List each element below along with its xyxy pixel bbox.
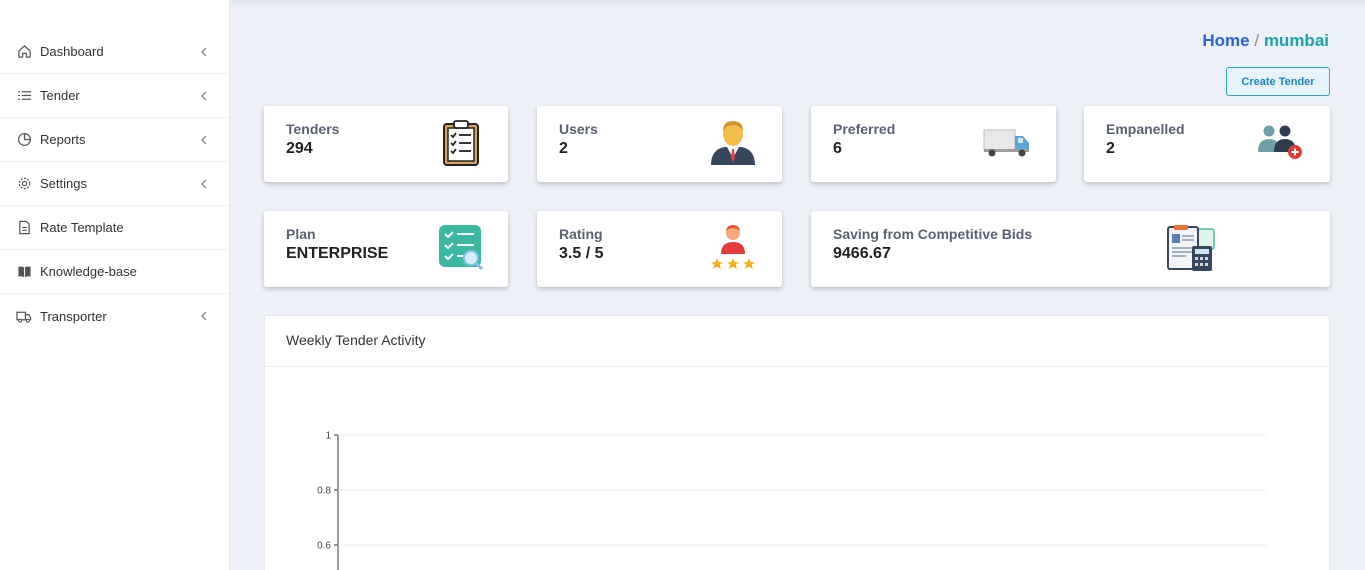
- add-users-icon: [1257, 124, 1305, 167]
- sidebar-item-label: Knowledge-base: [40, 264, 137, 279]
- chart-title: Weekly Tender Activity: [286, 332, 426, 348]
- home-icon: [16, 44, 32, 60]
- weekly-tender-activity-card: Weekly Tender Activity 1 0.8 0.6: [264, 315, 1330, 570]
- sidebar-item-label: Settings: [40, 176, 87, 191]
- stat-value: 3.5 / 5: [559, 245, 604, 262]
- chevron-left-icon: [199, 311, 209, 321]
- stat-value: 2: [1106, 140, 1115, 157]
- document-icon: [16, 220, 32, 236]
- pie-chart-icon: [16, 132, 32, 148]
- book-icon: [16, 264, 32, 280]
- clipboard-checklist-icon: [442, 119, 480, 172]
- breadcrumb-home-link[interactable]: Home: [1202, 31, 1249, 50]
- chevron-left-icon: [199, 91, 209, 101]
- sidebar-item-rate-template[interactable]: Rate Template: [0, 206, 229, 250]
- list-icon: [16, 88, 32, 104]
- stat-card-empanelled[interactable]: Empanelled 2: [1084, 106, 1330, 182]
- sidebar-item-label: Reports: [40, 132, 86, 147]
- sidebar-item-label: Dashboard: [40, 44, 104, 59]
- stat-card-rating[interactable]: Rating 3.5 / 5: [537, 211, 782, 287]
- businessman-icon: [709, 118, 757, 171]
- stat-value: 6: [833, 140, 842, 157]
- breadcrumb-current: mumbai: [1263, 31, 1329, 50]
- sidebar: Dashboard Tender Reports Settings Rate T…: [0, 0, 230, 570]
- gear-icon: [16, 176, 32, 192]
- checklist-search-icon: [438, 224, 484, 277]
- stat-card-users[interactable]: Users 2: [537, 106, 782, 182]
- invoice-calculator-icon: [1166, 224, 1216, 277]
- breadcrumb: Home / mumbai: [1202, 31, 1329, 51]
- top-shadow: [231, 0, 1365, 8]
- stat-card-plan[interactable]: Plan ENTERPRISE: [264, 211, 508, 287]
- stat-value: ENTERPRISE: [286, 245, 389, 262]
- stat-card-tenders[interactable]: Tenders 294: [264, 106, 508, 182]
- sidebar-item-settings[interactable]: Settings: [0, 162, 229, 206]
- sidebar-top-spacer: [0, 0, 229, 30]
- sidebar-item-transporter[interactable]: Transporter: [0, 294, 229, 338]
- create-tender-button[interactable]: Create Tender: [1226, 67, 1330, 96]
- sidebar-item-reports[interactable]: Reports: [0, 118, 229, 162]
- stat-label: Preferred: [833, 121, 896, 137]
- sidebar-item-dashboard[interactable]: Dashboard: [0, 30, 229, 74]
- chevron-left-icon: [199, 179, 209, 189]
- y-tick-label: 0.6: [317, 541, 331, 552]
- delivery-truck-icon: [983, 128, 1031, 163]
- chevron-left-icon: [199, 47, 209, 57]
- stat-value: 294: [286, 140, 313, 157]
- rated-person-stars-icon: [709, 224, 757, 277]
- sidebar-item-tender[interactable]: Tender: [0, 74, 229, 118]
- sidebar-item-label: Tender: [40, 88, 80, 103]
- y-tick-label: 1: [325, 431, 331, 442]
- y-tick-label: 0.8: [317, 486, 331, 497]
- sidebar-item-knowledge-base[interactable]: Knowledge-base: [0, 250, 229, 294]
- stat-label: Saving from Competitive Bids: [833, 226, 1033, 242]
- stat-card-saving[interactable]: Saving from Competitive Bids 9466.67: [811, 211, 1330, 287]
- stat-card-preferred[interactable]: Preferred 6: [811, 106, 1056, 182]
- stat-label: Rating: [559, 226, 603, 242]
- chart-canvas: 1 0.8 0.6: [317, 431, 1267, 570]
- stat-label: Tenders: [286, 121, 340, 137]
- stat-label: Empanelled: [1106, 121, 1185, 137]
- sidebar-item-label: Rate Template: [40, 220, 124, 235]
- stat-label: Users: [559, 121, 598, 137]
- sidebar-item-label: Transporter: [40, 308, 107, 324]
- main-content: Home / mumbai Create Tender Tenders 294 …: [231, 0, 1365, 570]
- stat-value: 9466.67: [833, 245, 891, 262]
- breadcrumb-separator: /: [1254, 31, 1260, 50]
- stat-value: 2: [559, 140, 568, 157]
- truck-icon: [16, 308, 32, 324]
- chevron-left-icon: [199, 135, 209, 145]
- stat-label: Plan: [286, 226, 316, 242]
